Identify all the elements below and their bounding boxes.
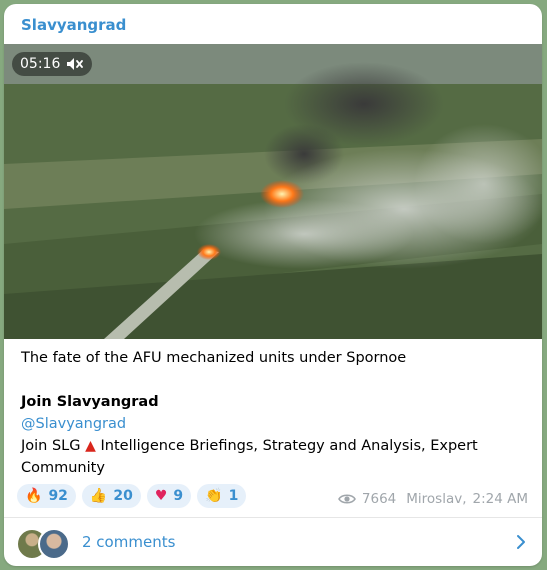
message-time: 2:24 AM	[472, 491, 529, 507]
eye-icon	[337, 494, 356, 504]
message-meta: 7664 Miroslav, 2:24 AM	[337, 491, 529, 507]
message-card[interactable]: Slavyangrad 05:16 The fate of the AFU me…	[4, 4, 542, 566]
reaction-fire[interactable]: 🔥 92	[17, 484, 76, 508]
comments-button[interactable]: 2 comments	[4, 518, 542, 566]
chevron-right-icon	[517, 535, 525, 549]
message-text: The fate of the AFU mechanized units und…	[21, 347, 531, 479]
reaction-clap[interactable]: 👏 1	[197, 484, 247, 508]
video-duration-badge[interactable]: 05:16	[12, 52, 93, 76]
author-signature: Miroslav,	[406, 491, 467, 507]
thumbs-up-icon: 👍	[89, 488, 108, 504]
video-duration: 05:16	[20, 56, 61, 72]
commenter-avatars	[16, 518, 76, 566]
avatar	[38, 528, 70, 560]
comments-label: 2 comments	[82, 533, 176, 551]
join-suffix-2: Community	[21, 460, 105, 476]
heart-icon: ♥	[154, 488, 168, 504]
reaction-count: 9	[173, 488, 184, 504]
video-frame	[4, 44, 542, 339]
post-headline: The fate of the AFU mechanized units und…	[21, 350, 407, 366]
join-prefix: Join SLG	[21, 438, 81, 454]
view-count: 7664	[361, 491, 397, 507]
channel-name[interactable]: Slavyangrad	[21, 16, 126, 34]
speaker-muted-icon[interactable]	[66, 57, 84, 71]
channel-handle-link[interactable]: @Slavyangrad	[21, 416, 126, 432]
join-suffix: Intelligence Briefings, Strategy and Ana…	[100, 438, 478, 454]
reactions-bar: 🔥 92 👍 20 ♥ 9 👏 1	[17, 484, 247, 508]
fire-icon: 🔥	[25, 488, 43, 504]
reaction-thumbs-up[interactable]: 👍 20	[81, 484, 141, 508]
clap-icon: 👏	[205, 488, 223, 504]
reaction-count: 20	[113, 488, 133, 504]
video-preview[interactable]: 05:16	[4, 44, 542, 339]
reaction-heart[interactable]: ♥ 9	[146, 484, 192, 508]
join-title: Join Slavyangrad	[21, 394, 159, 410]
reaction-count: 92	[48, 488, 68, 504]
reaction-count: 1	[228, 488, 239, 504]
red-triangle-icon: ▲	[85, 438, 96, 454]
